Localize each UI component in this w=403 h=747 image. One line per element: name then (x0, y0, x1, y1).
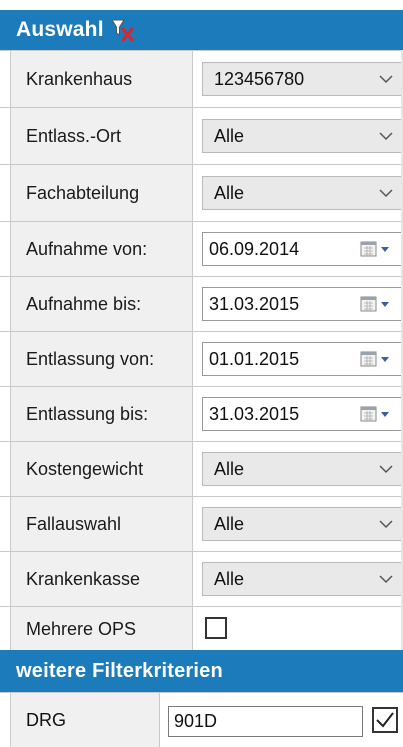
entlassung-von-value[interactable]: 01.01.2015 (203, 349, 353, 370)
field-row-fallauswahl: Fallauswahl Alle (0, 496, 403, 552)
checkmark-icon (376, 712, 394, 728)
mehrere-ops-label: Mehrere OPS (10, 607, 193, 651)
calendar-dropdown-icon[interactable] (353, 398, 403, 430)
krankenhaus-value: 123456780 (214, 68, 305, 89)
calendar-dropdown-icon[interactable] (353, 233, 403, 265)
field-row-mehrere-ops: Mehrere OPS (0, 606, 403, 651)
chevron-down-icon[interactable] (369, 563, 403, 595)
entlass-ort-value: Alle (214, 125, 245, 146)
auswahl-panel: Auswahl Krankenhaus 123456780 Entlass.-O… (0, 0, 403, 747)
entlass-ort-select[interactable]: Alle (202, 119, 403, 153)
filter-clear-icon[interactable] (110, 17, 134, 43)
entlassung-bis-label: Entlassung bis: (10, 387, 193, 442)
kostengewicht-select[interactable]: Alle (202, 452, 403, 486)
fallauswahl-value: Alle (214, 513, 245, 534)
aufnahme-bis-datepicker[interactable]: 31.03.2015 (202, 287, 403, 321)
chevron-down-icon[interactable] (369, 120, 403, 152)
field-row-entlass-ort: Entlass.-Ort Alle (0, 107, 403, 165)
krankenkasse-label: Krankenkasse (10, 552, 193, 607)
field-row-krankenhaus: Krankenhaus 123456780 (0, 50, 403, 108)
calendar-dropdown-icon[interactable] (353, 343, 403, 375)
calendar-dropdown-icon[interactable] (353, 288, 403, 320)
entlassung-von-datepicker[interactable]: 01.01.2015 (202, 342, 403, 376)
auswahl-title: Auswahl (16, 18, 104, 41)
field-row-entlassung-bis: Entlassung bis: 31.03.2015 (0, 386, 403, 442)
krankenhaus-label: Krankenhaus (10, 51, 193, 108)
fallauswahl-select[interactable]: Alle (202, 507, 403, 541)
krankenkasse-select[interactable]: Alle (202, 562, 403, 596)
entlassung-bis-datepicker[interactable]: 31.03.2015 (202, 397, 403, 431)
drg-label: DRG (10, 693, 160, 747)
entlassung-von-label: Entlassung von: (10, 332, 193, 387)
krankenhaus-select[interactable]: 123456780 (202, 62, 403, 96)
kostengewicht-value: Alle (214, 458, 245, 479)
fachabteilung-value: Alle (214, 182, 245, 203)
fallauswahl-label: Fallauswahl (10, 497, 193, 552)
drg-input[interactable]: 901D (168, 706, 363, 737)
entlassung-bis-value[interactable]: 31.03.2015 (203, 404, 353, 425)
chevron-down-icon[interactable] (369, 63, 403, 95)
field-row-aufnahme-bis: Aufnahme bis: 31.03.2015 (0, 276, 403, 332)
chevron-down-icon[interactable] (369, 177, 403, 209)
field-row-fachabteilung: Fachabteilung Alle (0, 164, 403, 222)
field-row-aufnahme-von: Aufnahme von: 06.09.2014 (0, 221, 403, 277)
field-row-entlassung-von: Entlassung von: 01.01.2015 (0, 331, 403, 387)
entlass-ort-label: Entlass.-Ort (10, 108, 193, 165)
aufnahme-von-label: Aufnahme von: (10, 222, 193, 277)
chevron-down-icon[interactable] (369, 508, 403, 540)
fachabteilung-select[interactable]: Alle (202, 176, 403, 210)
drg-checkbox[interactable] (372, 707, 398, 733)
field-row-kostengewicht: Kostengewicht Alle (0, 441, 403, 497)
field-row-krankenkasse: Krankenkasse Alle (0, 551, 403, 607)
kostengewicht-label: Kostengewicht (10, 442, 193, 497)
filter-section-header: weitere Filterkriterien (0, 650, 403, 692)
aufnahme-von-value[interactable]: 06.09.2014 (203, 239, 353, 260)
filter-section-title: weitere Filterkriterien (16, 659, 223, 682)
krankenkasse-value: Alle (214, 568, 245, 589)
auswahl-header: Auswahl (0, 10, 403, 50)
aufnahme-von-datepicker[interactable]: 06.09.2014 (202, 232, 403, 266)
field-row-drg: DRG 901D (0, 692, 403, 747)
fachabteilung-label: Fachabteilung (10, 165, 193, 222)
aufnahme-bis-label: Aufnahme bis: (10, 277, 193, 332)
chevron-down-icon[interactable] (369, 453, 403, 485)
mehrere-ops-checkbox[interactable] (205, 617, 227, 639)
aufnahme-bis-value[interactable]: 31.03.2015 (203, 294, 353, 315)
